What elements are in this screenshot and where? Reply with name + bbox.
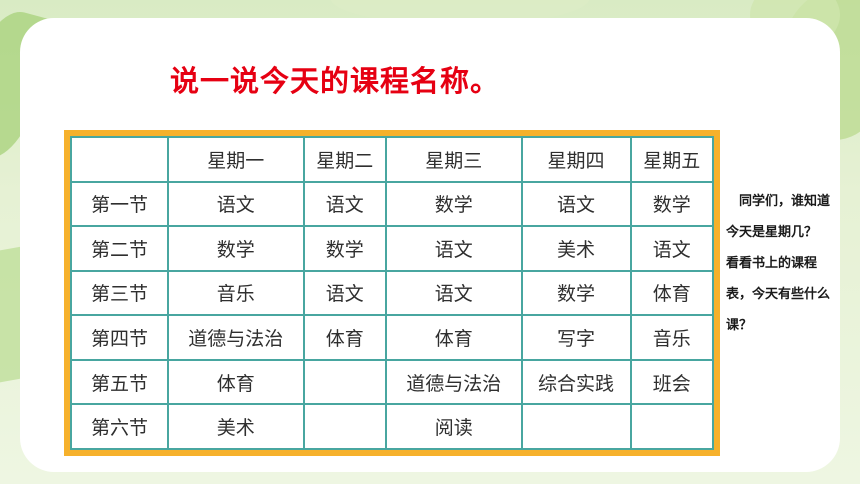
subject-cell <box>302 358 387 406</box>
subject-cell: 班会 <box>629 358 715 406</box>
period-label: 第四节 <box>70 314 169 361</box>
subject-cell: 写字 <box>520 314 632 361</box>
subject-cell: 体育 <box>384 314 523 361</box>
table-row: 第二节 数学 数学 语文 美术 语文 <box>70 225 715 272</box>
question-text: 看看书上的课程表，今天有些什么课？ <box>726 256 831 333</box>
subject-cell: 体育 <box>167 358 305 406</box>
subject-cell: 数学 <box>384 180 523 228</box>
period-label: 第五节 <box>70 358 169 406</box>
subject-cell: 体育 <box>302 314 387 361</box>
subject-cell: 数学 <box>167 225 305 272</box>
subject-cell: 语文 <box>384 225 523 272</box>
day-header: 星期五 <box>629 136 715 183</box>
table-row: 第四节 道德与法治 体育 体育 写字 音乐 <box>70 314 715 361</box>
subject-cell: 数学 <box>629 180 715 228</box>
subject-cell <box>520 403 632 450</box>
day-header: 星期三 <box>384 136 523 183</box>
period-label: 第三节 <box>70 269 169 317</box>
question-text: 同学们，谁知道今天是星期几？ <box>726 194 831 240</box>
day-header: 星期二 <box>302 136 387 183</box>
subject-cell: 阅读 <box>384 403 523 450</box>
subject-cell: 道德与法治 <box>384 358 523 406</box>
day-header: 星期一 <box>167 136 305 183</box>
subject-cell: 综合实践 <box>520 358 632 406</box>
timetable: 星期一 星期二 星期三 星期四 星期五 第一节 语文 语文 数学 语文 数学 第… <box>70 136 715 450</box>
timetable-frame: 星期一 星期二 星期三 星期四 星期五 第一节 语文 语文 数学 语文 数学 第… <box>64 130 720 456</box>
subject-cell: 语文 <box>384 269 523 317</box>
subject-cell: 语文 <box>302 269 387 317</box>
corner-cell <box>70 136 169 183</box>
subject-cell: 美术 <box>520 225 632 272</box>
period-label: 第六节 <box>70 403 169 450</box>
subject-cell: 音乐 <box>167 269 305 317</box>
period-label: 第二节 <box>70 225 169 272</box>
table-row: 第一节 语文 语文 数学 语文 数学 <box>70 180 715 228</box>
subject-cell: 语文 <box>302 180 387 228</box>
subject-cell: 道德与法治 <box>167 314 305 361</box>
table-row: 第三节 音乐 语文 语文 数学 体育 <box>70 269 715 317</box>
subject-cell <box>302 403 387 450</box>
subject-cell: 语文 <box>167 180 305 228</box>
period-label: 第一节 <box>70 180 169 228</box>
subject-cell: 语文 <box>629 225 715 272</box>
subject-cell: 美术 <box>167 403 305 450</box>
side-note: 同学们，谁知道今天是星期几？ 看看书上的课程表，今天有些什么课？ <box>726 186 834 341</box>
page-title: 说一说今天的课程名称。 <box>170 64 501 98</box>
day-header: 星期四 <box>520 136 632 183</box>
subject-cell: 数学 <box>520 269 632 317</box>
table-row: 第五节 体育 道德与法治 综合实践 班会 <box>70 358 715 406</box>
subject-cell: 数学 <box>302 225 387 272</box>
subject-cell: 音乐 <box>629 314 715 361</box>
header-row: 星期一 星期二 星期三 星期四 星期五 <box>70 136 715 183</box>
subject-cell: 语文 <box>520 180 632 228</box>
table-row: 第六节 美术 阅读 <box>70 403 715 450</box>
subject-cell <box>629 403 715 450</box>
subject-cell: 体育 <box>629 269 715 317</box>
